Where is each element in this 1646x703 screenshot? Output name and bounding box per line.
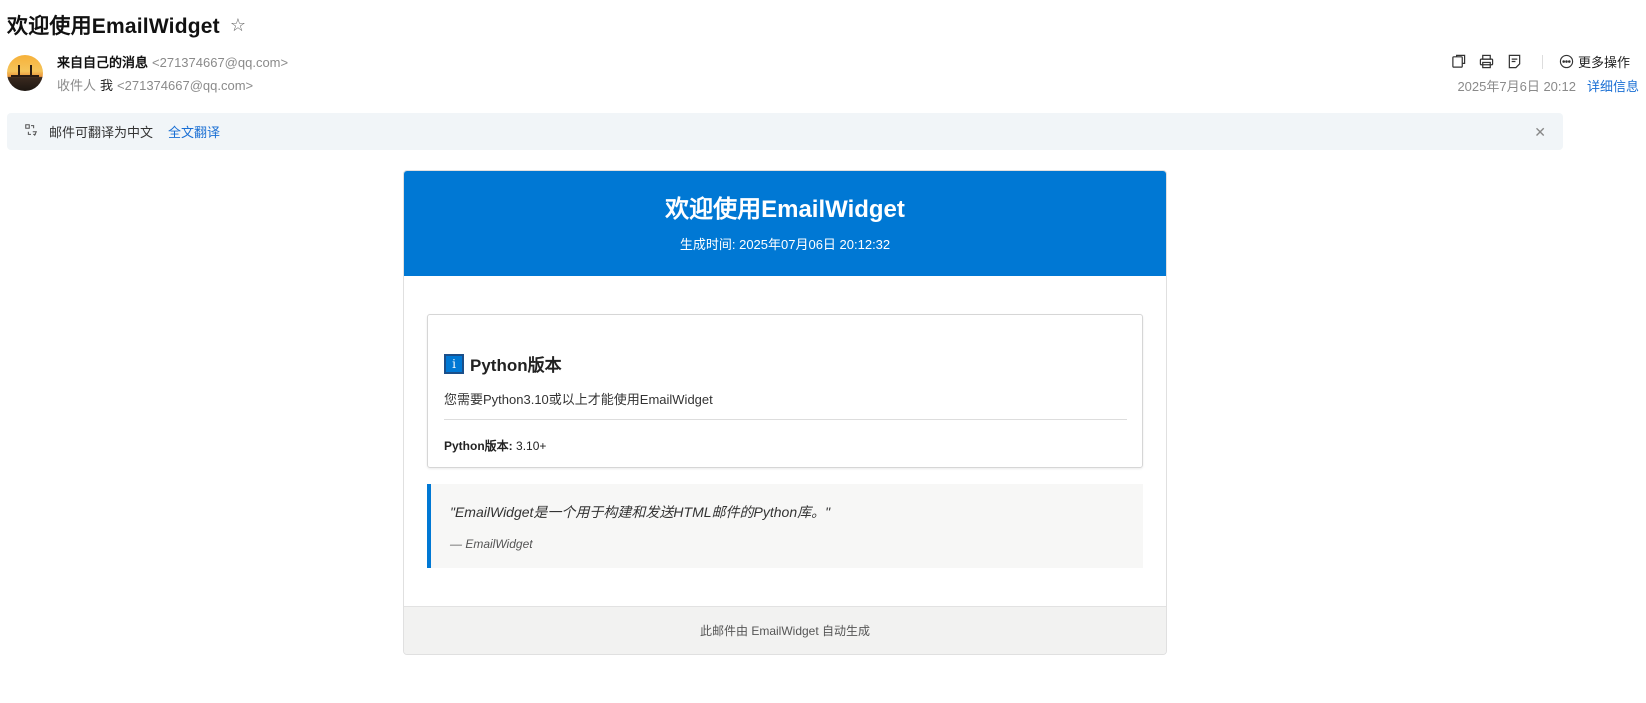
translate-bar: 邮件可翻译为中文 全文翻译 ✕ [7,113,1563,150]
card-divider [444,419,1127,420]
card-description: 您需要Python3.10或以上才能使用EmailWidget [444,392,713,407]
recipient-name[interactable]: 我 [100,78,113,94]
meta-line: 2025年7月6日 20:12 详细信息 [1457,76,1639,95]
quote-cite: — EmailWidget [450,537,533,551]
email-header: 欢迎使用EmailWidget 生成时间: 2025年07月06日 20:12:… [404,171,1166,276]
info-card: i Python版本 您需要Python3.10或以上才能使用EmailWidg… [427,314,1143,468]
subject-row: 欢迎使用EmailWidget ☆ [7,10,246,40]
recipient-label: 收件人 [57,78,97,93]
translate-icon [24,123,38,140]
details-link[interactable]: 详细信息 [1587,76,1639,95]
card-title: Python版本 [470,356,562,375]
email-date: 2025年7月6日 20:12 [1457,79,1576,94]
card-meta-value: 3.10+ [516,439,547,453]
action-toolbar: 更多操作 [1448,52,1630,71]
open-window-icon[interactable] [1448,53,1470,71]
sender-block: 来自自己的消息 <271374667@qq.com> 收件人 我 <271374… [7,55,288,94]
avatar[interactable] [7,55,43,91]
more-actions-button[interactable]: 更多操作 [1559,52,1630,71]
print-icon[interactable] [1476,53,1498,71]
quote-block: "EmailWidget是一个用于构建和发送HTML邮件的Python库。" —… [427,484,1143,568]
note-icon[interactable] [1504,53,1526,71]
generated-time: 生成时间: 2025年07月06日 20:12:32 [679,237,891,252]
more-icon [1559,54,1574,69]
email-subject: 欢迎使用EmailWidget [7,15,220,38]
card-meta-key: Python版本: [444,439,513,453]
recipient-address: <271374667@qq.com> [117,78,254,93]
email-footer: 此邮件由 EmailWidget 自动生成 [404,606,1166,654]
close-icon[interactable]: ✕ [1534,124,1546,141]
quote-text: "EmailWidget是一个用于构建和发送HTML邮件的Python库。" [450,504,831,520]
card-title-row: i Python版本 [444,351,1127,376]
sender-info: 来自自己的消息 <271374667@qq.com> 收件人 我 <271374… [57,55,288,94]
sender-address: <271374667@qq.com> [152,55,289,70]
to-line: 收件人 我 <271374667@qq.com> [57,78,288,94]
info-icon: i [444,353,464,374]
star-icon[interactable]: ☆ [230,15,246,36]
email-title: 欢迎使用EmailWidget [665,196,905,223]
sender-name[interactable]: 来自自己的消息 [57,55,148,71]
more-actions-label: 更多操作 [1577,55,1630,70]
email-body: 欢迎使用EmailWidget 生成时间: 2025年07月06日 20:12:… [403,170,1167,655]
translate-text: 邮件可翻译为中文 [49,125,154,140]
from-line: 来自自己的消息 <271374667@qq.com> [57,55,288,71]
full-translate-link[interactable]: 全文翻译 [168,122,220,141]
toolbar-divider [1541,54,1543,69]
card-meta: Python版本: 3.10+ [444,437,1127,454]
